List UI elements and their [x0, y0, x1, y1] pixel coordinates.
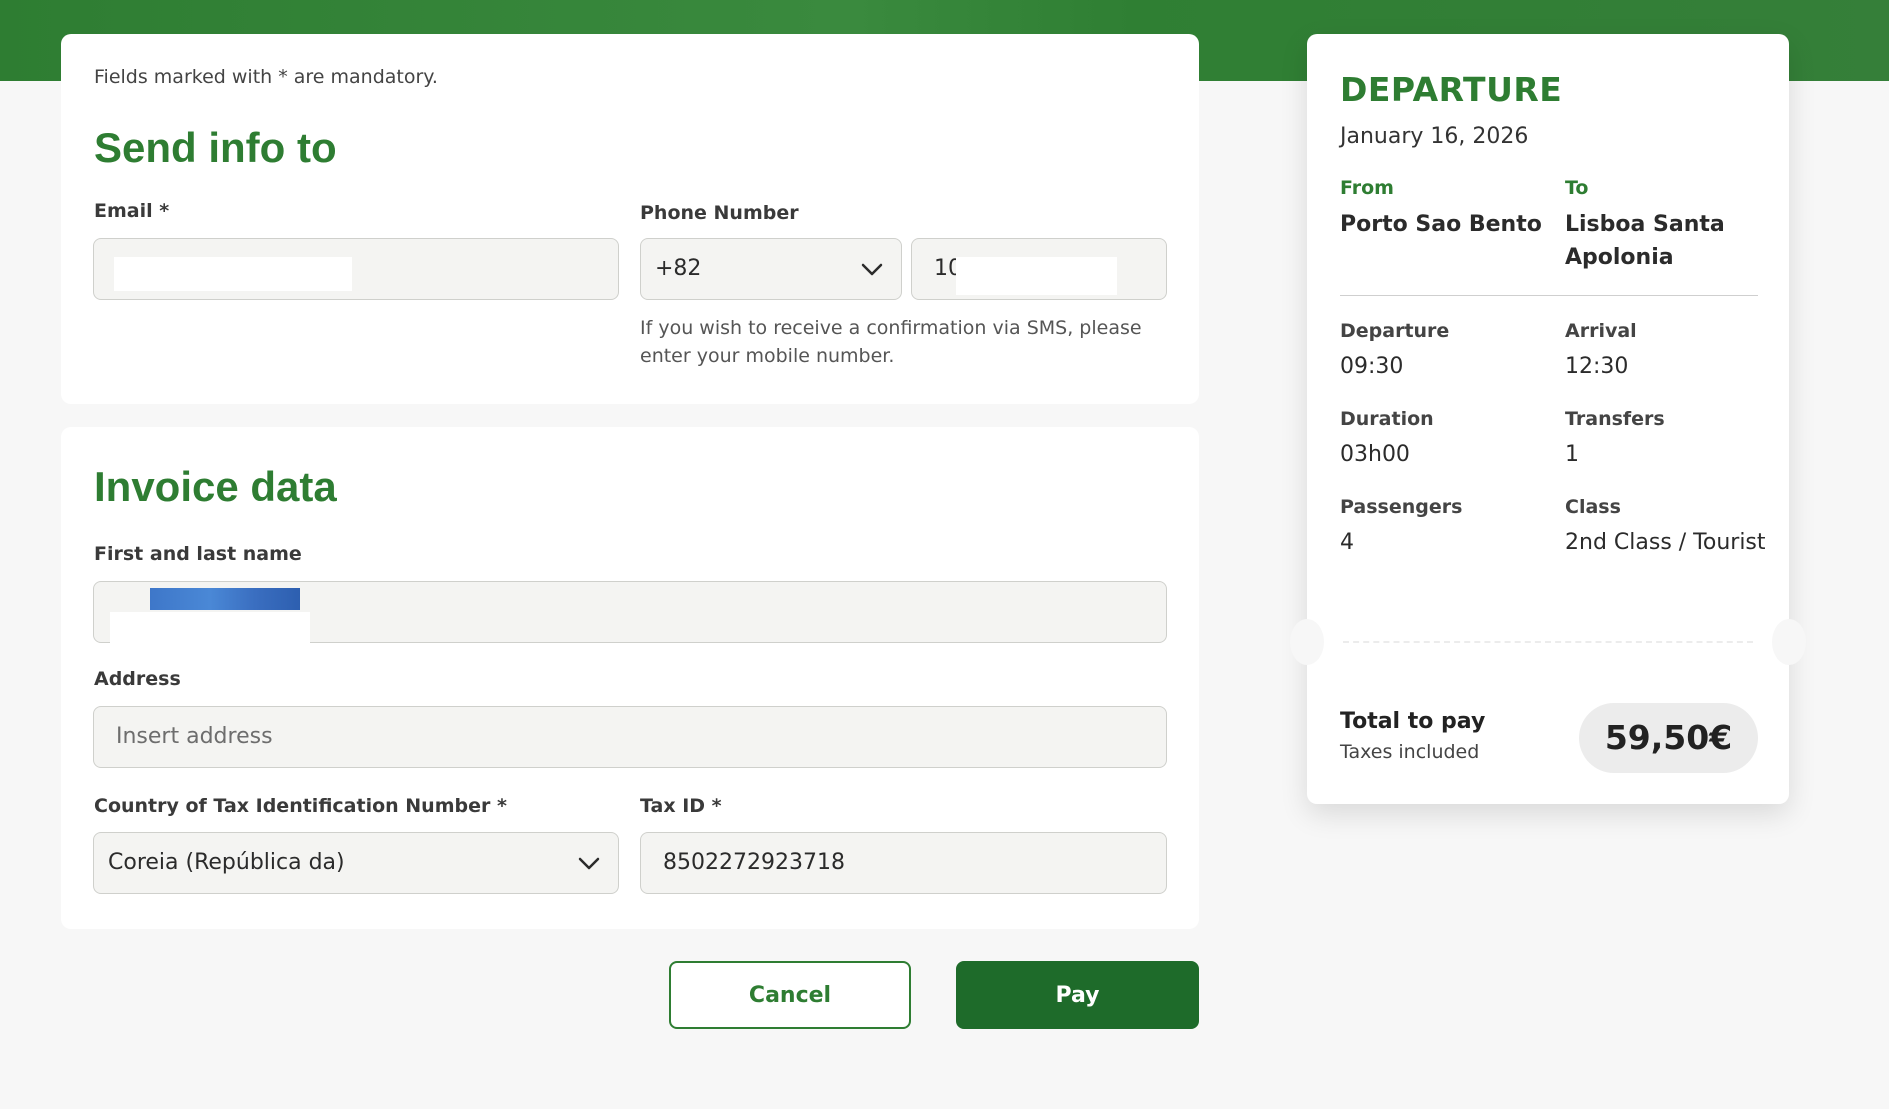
name-highlight [150, 588, 300, 610]
address-input[interactable]: Insert address [93, 706, 1167, 768]
send-info-title: Send info to [94, 124, 337, 171]
send-info-card: Fields marked with * are mandatory. Send… [61, 34, 1199, 404]
phone-number-input[interactable]: 10 [911, 238, 1167, 300]
total-subtext: Taxes included [1340, 741, 1480, 763]
tax-country-label: Country of Tax Identification Number * [94, 795, 507, 817]
pay-button[interactable]: Pay [956, 961, 1199, 1029]
phone-helper-text: If you wish to receive a confirmation vi… [640, 317, 1142, 367]
email-label: Email * [94, 200, 170, 222]
phone-country-select[interactable]: +82 [640, 238, 902, 300]
phone-label: Phone Number [640, 202, 799, 224]
passengers-value: 4 [1340, 530, 1354, 555]
chevron-down-icon [578, 857, 600, 870]
total-amount: 59,50€ [1579, 703, 1758, 773]
to-station-line1: Lisboa Santa [1565, 212, 1725, 237]
passengers-label: Passengers [1340, 496, 1463, 518]
cancel-button[interactable]: Cancel [669, 961, 911, 1029]
tax-id-input[interactable]: 8502272923718 [640, 832, 1167, 894]
tax-id-label: Tax ID * [640, 795, 722, 817]
departure-time: 09:30 [1340, 354, 1404, 379]
to-station-line2: Apolonia [1565, 245, 1674, 270]
total-label: Total to pay [1340, 709, 1486, 734]
phone-redaction [956, 257, 1117, 295]
to-label: To [1565, 177, 1589, 199]
address-label: Address [94, 668, 181, 690]
full-name-input[interactable] [93, 581, 1167, 644]
summary-date: January 16, 2026 [1340, 124, 1529, 149]
ticket-notch-right [1772, 619, 1806, 665]
invoice-card: Invoice data First and last name Address… [61, 427, 1199, 929]
email-field[interactable] [93, 238, 619, 300]
duration-label: Duration [1340, 408, 1434, 430]
transfers-value: 1 [1565, 442, 1579, 467]
phone-country-code: +82 [655, 256, 702, 281]
name-label: First and last name [94, 543, 302, 565]
tax-country-value: Coreia (República da) [108, 850, 345, 875]
email-redaction [114, 257, 352, 291]
from-label: From [1340, 177, 1394, 199]
arrival-time: 12:30 [1565, 354, 1629, 379]
summary-divider [1340, 295, 1758, 296]
arrival-label: Arrival [1565, 320, 1637, 342]
trip-summary-card: DEPARTURE January 16, 2026 From Porto Sa… [1290, 34, 1806, 804]
address-placeholder: Insert address [116, 724, 273, 749]
name-redaction [110, 612, 310, 644]
class-value: 2nd Class / Tourist [1565, 530, 1766, 555]
duration-value: 03h00 [1340, 442, 1410, 467]
mandatory-note: Fields marked with * are mandatory. [94, 66, 438, 88]
tax-country-select[interactable]: Coreia (República da) [93, 832, 619, 894]
from-station: Porto Sao Bento [1340, 212, 1542, 237]
ticket-perforation [1343, 641, 1753, 643]
transfers-label: Transfers [1565, 408, 1665, 430]
ticket-notch-left [1290, 619, 1324, 665]
chevron-down-icon [861, 263, 883, 276]
tax-id-value: 8502272923718 [663, 850, 845, 875]
invoice-title: Invoice data [94, 463, 337, 510]
departure-label: Departure [1340, 320, 1450, 342]
summary-title: DEPARTURE [1340, 70, 1563, 109]
class-label: Class [1565, 496, 1621, 518]
